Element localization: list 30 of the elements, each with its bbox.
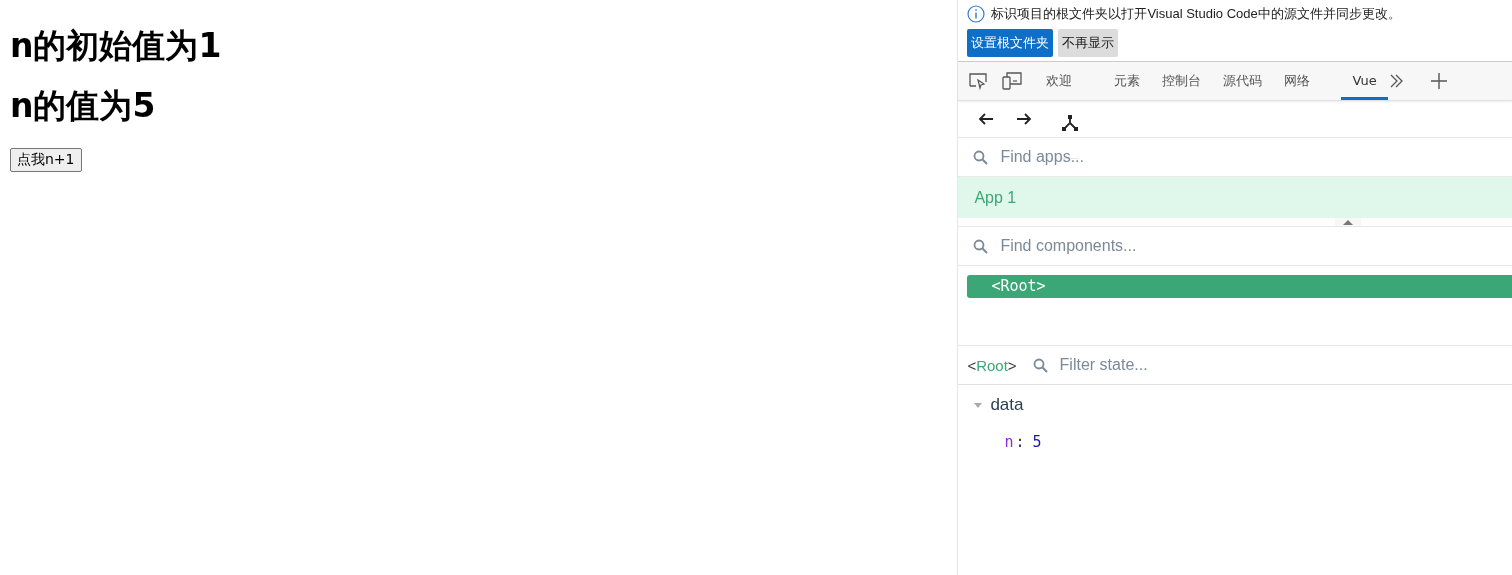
state-key: n (1004, 433, 1014, 451)
add-icon[interactable] (1429, 72, 1448, 90)
devtools-tab[interactable]: 欢迎 (1035, 62, 1084, 100)
devtools-tab[interactable]: 网络 (1273, 62, 1322, 100)
forward-icon[interactable] (1015, 111, 1034, 127)
collapse-icon[interactable] (1335, 218, 1361, 226)
devtools-tab[interactable]: 控制台 (1151, 62, 1213, 100)
devtools-tab[interactable]: 源代码 (1212, 62, 1274, 100)
component-name: <Root> (967, 356, 1017, 374)
back-icon[interactable] (977, 111, 996, 127)
app-search-field[interactable]: Find apps... (998, 147, 1512, 167)
filter-state-field[interactable]: Filter state... (1057, 355, 1512, 375)
info-icon (967, 5, 986, 23)
state-value: 5 (1032, 433, 1042, 451)
devtools-tab[interactable]: Vue (1341, 62, 1388, 100)
device-icon[interactable] (1001, 71, 1024, 91)
section-title: data (990, 395, 1024, 415)
inspect-icon[interactable] (967, 71, 990, 91)
increment-button[interactable]: 点我n+1 (10, 148, 82, 172)
search-icon (973, 149, 989, 165)
set-root-folder-button[interactable]: 设置根文件夹 (967, 29, 1054, 57)
search-icon (973, 238, 989, 254)
search-icon (1032, 357, 1048, 373)
heading: n的值为5 (10, 86, 156, 126)
component-search-field[interactable]: Find components... (998, 236, 1512, 256)
info-message: 标识项目的根文件夹以打开Visual Studio Code中的源文件并同步更改。 (991, 5, 1401, 23)
devtools-tab[interactable]: 元素 (1103, 62, 1152, 100)
separator: : (1015, 433, 1025, 451)
heading: n的初始值为1 (10, 26, 222, 66)
dismiss-button[interactable]: 不再显示 (1058, 29, 1119, 57)
